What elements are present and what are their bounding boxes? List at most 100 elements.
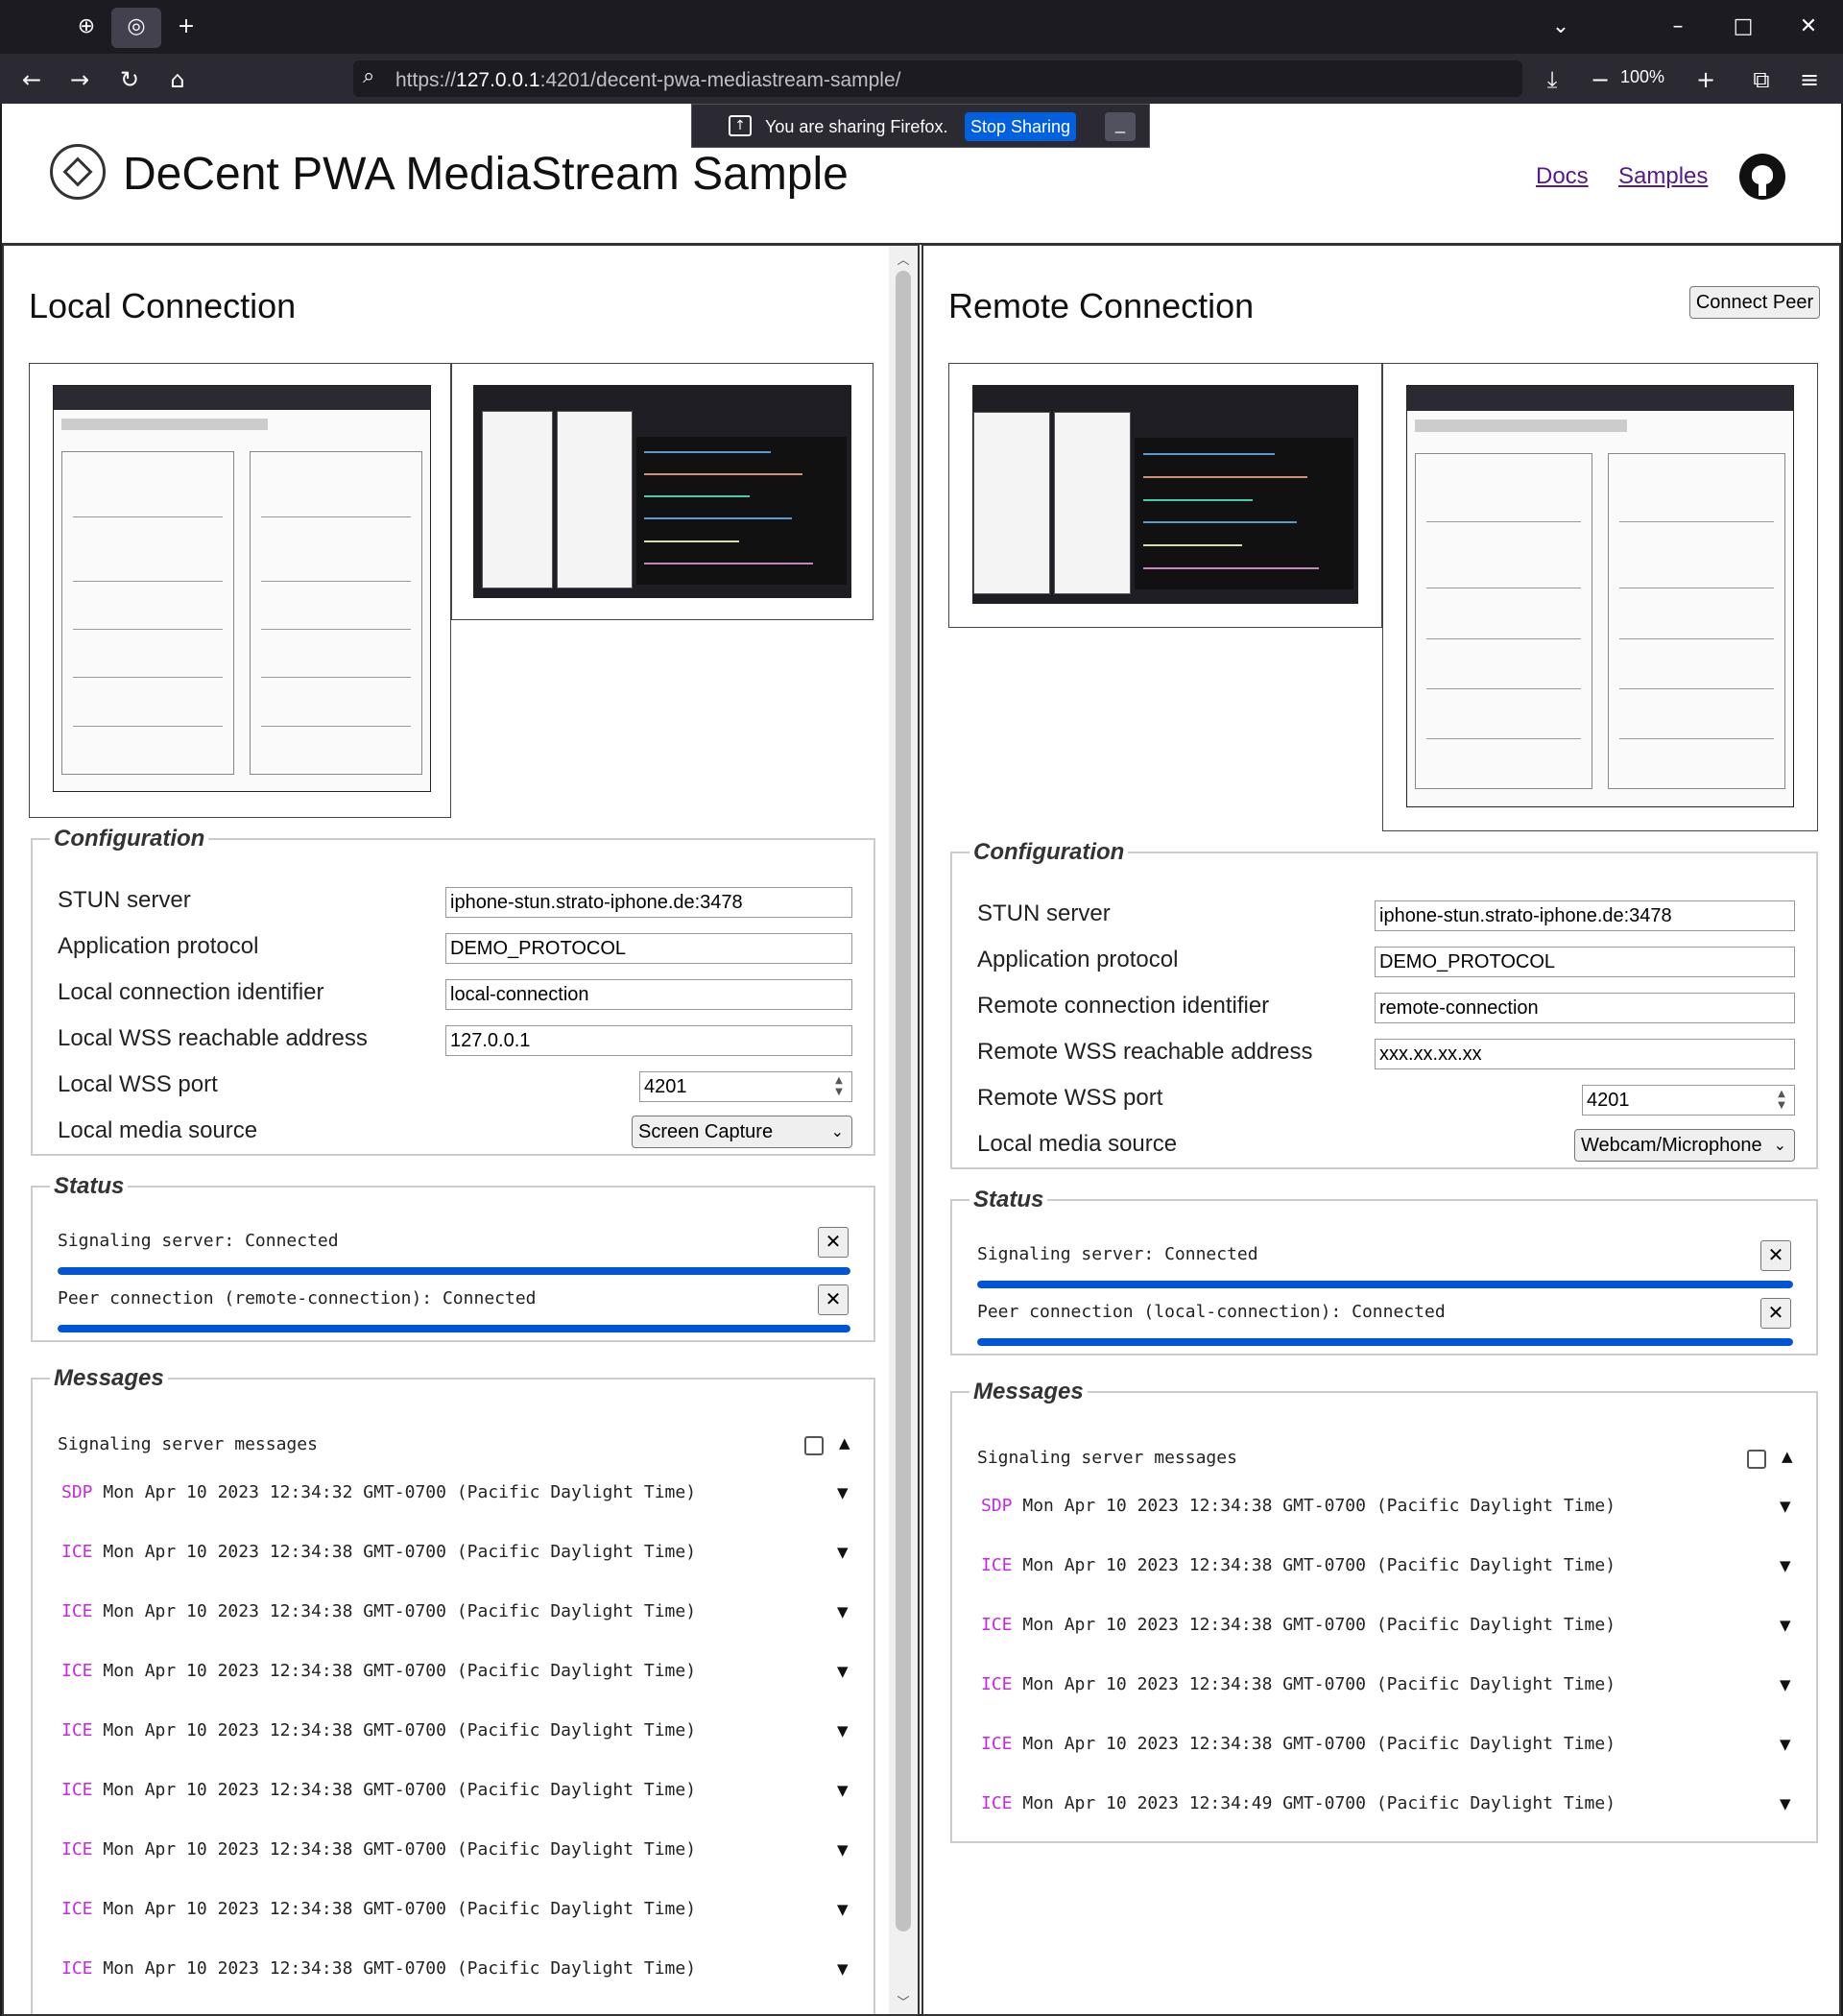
zoom-out-icon[interactable]: − xyxy=(1584,63,1616,96)
forward-icon[interactable]: → xyxy=(63,63,96,96)
fieldset-legend: Configuration xyxy=(54,826,205,852)
page-content: DeCent PWA MediaStream Sample Docs Sampl… xyxy=(2,104,1841,2016)
message-type: ICE xyxy=(981,1674,1013,1694)
message-row[interactable]: ICE Mon Apr 10 2023 12:34:38 GMT-0700 (P… xyxy=(61,1958,696,1979)
menu-icon[interactable]: ≡ xyxy=(1793,63,1826,96)
message-row[interactable]: ICE Mon Apr 10 2023 12:34:38 GMT-0700 (P… xyxy=(61,1899,696,1919)
message-row[interactable]: SDP Mon Apr 10 2023 12:34:32 GMT-0700 (P… xyxy=(61,1482,696,1502)
tab-list-icon[interactable]: ⌄ xyxy=(1542,12,1580,42)
expand-icon[interactable]: ▼ xyxy=(837,1663,849,1680)
expand-icon[interactable]: ▼ xyxy=(1780,1617,1791,1634)
message-row[interactable]: SDP Mon Apr 10 2023 12:34:38 GMT-0700 (P… xyxy=(981,1496,1616,1516)
wss-port-label: Remote WSS port xyxy=(977,1085,1163,1111)
close-icon[interactable]: ✕ xyxy=(1760,1240,1791,1271)
nav-samples-link[interactable]: Samples xyxy=(1618,163,1708,190)
extensions-icon[interactable]: ⧉ xyxy=(1745,63,1778,96)
expand-icon[interactable]: ▼ xyxy=(837,1782,849,1799)
active-tab[interactable]: ◎ xyxy=(111,8,161,48)
reload-icon[interactable]: ↻ xyxy=(113,63,146,96)
messages-checkbox[interactable] xyxy=(1747,1450,1766,1469)
wss-port-input[interactable]: 4201 ▲ ▼ xyxy=(1582,1085,1795,1116)
media-source-select[interactable]: Screen Capture ⌄ xyxy=(632,1116,852,1148)
wss-address-input[interactable]: 127.0.0.1 xyxy=(445,1025,852,1056)
message-row[interactable]: ICE Mon Apr 10 2023 12:34:38 GMT-0700 (P… xyxy=(61,1661,696,1681)
remote-video xyxy=(1382,363,1818,831)
wss-port-input[interactable]: 4201 ▲ ▼ xyxy=(639,1071,852,1102)
scroll-up-icon[interactable]: ︿ xyxy=(896,250,911,268)
minimize-indicator-button[interactable]: _ xyxy=(1105,112,1136,141)
minimize-button[interactable]: – xyxy=(1659,12,1697,42)
media-source-select[interactable]: Webcam/Microphone ⌄ xyxy=(1574,1129,1795,1162)
peer-status-text: Peer connection (local-connection): Conn… xyxy=(977,1302,1446,1322)
wss-address-input[interactable]: xxx.xx.xx.xx xyxy=(1375,1039,1795,1069)
stun-server-label: STUN server xyxy=(58,887,191,913)
panel-title: Remote Connection xyxy=(948,286,1255,325)
url-bar[interactable]: ⌕ https://127.0.0.1:4201/decent-pwa-medi… xyxy=(353,60,1522,97)
message-row[interactable]: ICE Mon Apr 10 2023 12:34:38 GMT-0700 (P… xyxy=(61,1542,696,1562)
stun-server-input[interactable]: iphone-stun.strato-iphone.de:3478 xyxy=(445,887,852,918)
spinner-icon[interactable]: ▲ ▼ xyxy=(832,1075,846,1098)
collapse-icon[interactable]: ▲ xyxy=(839,1434,850,1452)
message-time: Mon Apr 10 2023 12:34:38 GMT-0700 (Pacif… xyxy=(1022,1674,1616,1694)
message-row[interactable]: ICE Mon Apr 10 2023 12:34:38 GMT-0700 (P… xyxy=(981,1734,1616,1754)
expand-icon[interactable]: ▼ xyxy=(1780,1676,1791,1693)
maximize-button[interactable]: □ xyxy=(1724,12,1762,42)
message-row[interactable]: ICE Mon Apr 10 2023 12:34:38 GMT-0700 (P… xyxy=(981,1555,1616,1575)
message-type: ICE xyxy=(61,1661,93,1681)
message-time: Mon Apr 10 2023 12:34:38 GMT-0700 (Pacif… xyxy=(1022,1615,1616,1635)
nav-docs-link[interactable]: Docs xyxy=(1536,163,1589,190)
expand-icon[interactable]: ▼ xyxy=(837,1544,849,1561)
expand-icon[interactable]: ▼ xyxy=(837,1901,849,1918)
message-row[interactable]: ICE Mon Apr 10 2023 12:34:49 GMT-0700 (P… xyxy=(981,1793,1616,1813)
expand-icon[interactable]: ▼ xyxy=(1780,1557,1791,1574)
message-row[interactable]: ICE Mon Apr 10 2023 12:34:38 GMT-0700 (P… xyxy=(61,1601,696,1621)
stop-sharing-button[interactable]: Stop Sharing xyxy=(965,112,1076,141)
spinner-icon[interactable]: ▲ ▼ xyxy=(1775,1089,1788,1112)
expand-icon[interactable]: ▼ xyxy=(1780,1795,1791,1812)
message-type: ICE xyxy=(981,1793,1013,1813)
expand-icon[interactable]: ▼ xyxy=(837,1960,849,1978)
new-tab-icon[interactable]: + xyxy=(173,13,200,40)
messages-header: Signaling server messages xyxy=(58,1434,318,1454)
zoom-in-icon[interactable]: + xyxy=(1689,63,1722,96)
scrollbar-thumb[interactable] xyxy=(896,271,911,1932)
connection-identifier-input[interactable]: remote-connection xyxy=(1375,993,1795,1023)
application-protocol-input[interactable]: DEMO_PROTOCOL xyxy=(445,933,852,964)
expand-icon[interactable]: ▼ xyxy=(837,1841,849,1859)
logo-icon xyxy=(50,144,106,200)
home-icon[interactable]: ⌂ xyxy=(161,63,194,96)
expand-icon[interactable]: ▼ xyxy=(837,1484,849,1501)
fieldset-legend: Status xyxy=(54,1173,125,1199)
close-icon[interactable]: ✕ xyxy=(1760,1298,1791,1329)
github-icon[interactable] xyxy=(1739,154,1785,200)
message-type: ICE xyxy=(61,1899,93,1919)
messages-header: Signaling server messages xyxy=(977,1448,1237,1468)
message-type: ICE xyxy=(61,1839,93,1860)
scrollbar[interactable]: ︿ ﹀ xyxy=(889,246,918,2014)
close-icon[interactable]: ✕ xyxy=(818,1227,849,1258)
messages-checkbox[interactable] xyxy=(804,1436,824,1455)
collapse-icon[interactable]: ▲ xyxy=(1782,1448,1793,1465)
application-protocol-input[interactable]: DEMO_PROTOCOL xyxy=(1375,947,1795,977)
status-fieldset: Status Signaling server: Connected ✕ Pee… xyxy=(950,1187,1818,1356)
close-window-button[interactable]: ✕ xyxy=(1789,12,1828,42)
message-row[interactable]: ICE Mon Apr 10 2023 12:34:38 GMT-0700 (P… xyxy=(981,1674,1616,1694)
download-icon[interactable]: ⤓ xyxy=(1536,63,1568,96)
scroll-down-icon[interactable]: ﹀ xyxy=(896,1992,911,2010)
connect-peer-button[interactable]: Connect Peer xyxy=(1689,286,1820,319)
expand-icon[interactable]: ▼ xyxy=(837,1603,849,1620)
message-row[interactable]: ICE Mon Apr 10 2023 12:34:38 GMT-0700 (P… xyxy=(61,1780,696,1800)
back-icon[interactable]: ← xyxy=(15,63,48,96)
expand-icon[interactable]: ▼ xyxy=(1780,1736,1791,1753)
message-row[interactable]: ICE Mon Apr 10 2023 12:34:38 GMT-0700 (P… xyxy=(981,1615,1616,1635)
expand-icon[interactable]: ▼ xyxy=(837,1722,849,1740)
message-row[interactable]: ICE Mon Apr 10 2023 12:34:38 GMT-0700 (P… xyxy=(61,1720,696,1740)
expand-icon[interactable]: ▼ xyxy=(1780,1498,1791,1515)
message-time: Mon Apr 10 2023 12:34:38 GMT-0700 (Pacif… xyxy=(103,1899,697,1919)
connection-identifier-input[interactable]: local-connection xyxy=(445,979,852,1010)
message-row[interactable]: ICE Mon Apr 10 2023 12:34:38 GMT-0700 (P… xyxy=(61,1839,696,1860)
stun-server-input[interactable]: iphone-stun.strato-iphone.de:3478 xyxy=(1375,900,1795,931)
close-icon[interactable]: ✕ xyxy=(818,1284,849,1315)
firefox-view-icon[interactable]: ⊕ xyxy=(73,13,100,40)
zoom-level[interactable]: 100% xyxy=(1620,67,1664,87)
